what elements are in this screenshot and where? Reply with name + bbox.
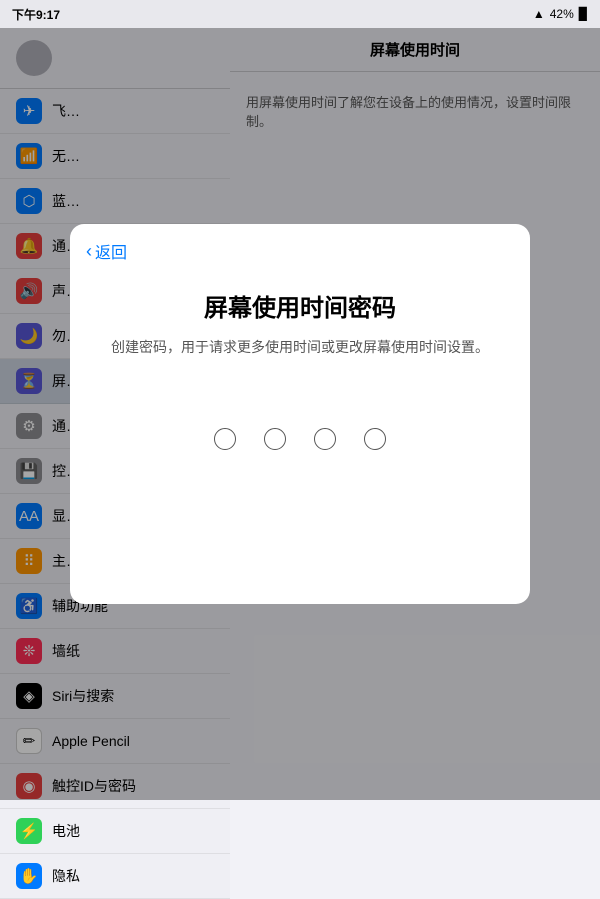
modal-top-bar: ‹ 返回 (70, 224, 530, 268)
settings-background: ✈飞…📶无…⬡蓝…🔔通…🔊声…🌙勿…⏳屏…⚙通…💾控…AA显…⠿主…♿辅助功能❊… (0, 28, 600, 800)
passcode-dots-container (214, 428, 386, 450)
battery-icon: ⚡ (16, 818, 42, 844)
battery-icon: ▉ (579, 7, 588, 21)
passcode-dot-2 (264, 428, 286, 450)
modal-back-label: 返回 (95, 239, 127, 263)
status-bar: 下午9:17 ▲ 42% ▉ (0, 0, 600, 28)
passcode-dot-1 (214, 428, 236, 450)
modal-overlay: ‹ 返回 屏幕使用时间密码 创建密码，用于请求更多使用时间或更改屏幕使用时间设置… (0, 28, 600, 800)
sidebar-item-label-battery: 电池 (52, 821, 80, 841)
modal-back-button[interactable]: ‹ 返回 (86, 239, 127, 263)
status-right: ▲ 42% ▉ (533, 7, 588, 21)
passcode-dot-3 (314, 428, 336, 450)
battery-text: 42% (550, 7, 574, 21)
sidebar-item-battery[interactable]: ⚡ 电池 (0, 809, 230, 854)
status-time: 下午9:17 (12, 6, 60, 23)
privacy-icon: ✋ (16, 863, 42, 889)
passcode-dot-4 (364, 428, 386, 450)
passcode-modal: ‹ 返回 屏幕使用时间密码 创建密码，用于请求更多使用时间或更改屏幕使用时间设置… (70, 224, 530, 604)
modal-title: 屏幕使用时间密码 (204, 288, 396, 323)
sidebar-item-privacy[interactable]: ✋ 隐私 (0, 854, 230, 899)
sidebar-item-label-privacy: 隐私 (52, 866, 80, 886)
back-chevron-icon: ‹ (86, 242, 92, 260)
modal-subtitle: 创建密码，用于请求更多使用时间或更改屏幕使用时间设置。 (111, 337, 489, 358)
modal-body: 屏幕使用时间密码 创建密码，用于请求更多使用时间或更改屏幕使用时间设置。 (70, 268, 530, 604)
wifi-icon: ▲ (533, 7, 545, 21)
